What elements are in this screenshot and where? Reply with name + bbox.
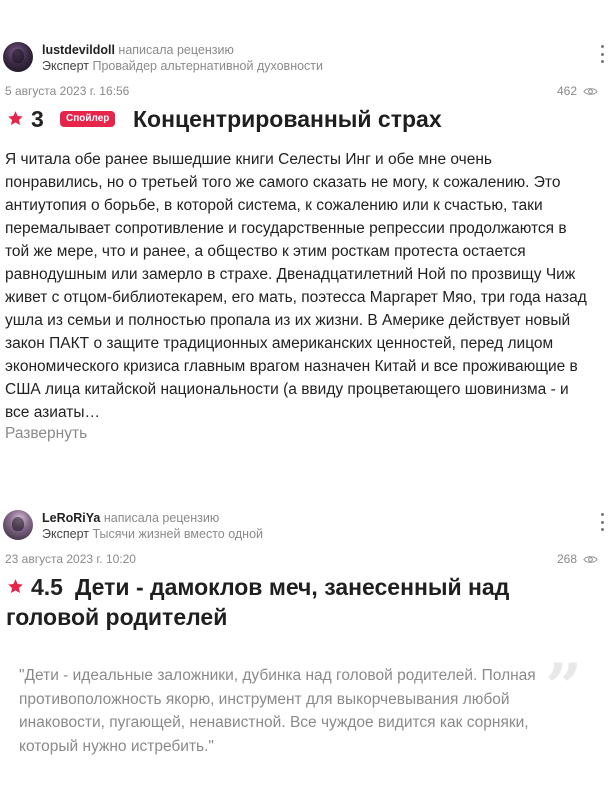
star-icon	[8, 111, 23, 126]
action-text: написала рецензию	[103, 511, 220, 525]
expand-link[interactable]: Развернуть	[5, 425, 87, 443]
eye-icon	[583, 555, 598, 563]
views-count: 462	[557, 84, 598, 98]
avatar[interactable]	[3, 42, 33, 72]
quote-text: "Дети - идеальные заложники, дубинка над…	[19, 667, 536, 755]
kebab-menu-icon[interactable]	[600, 45, 604, 63]
expert-topic[interactable]: Провайдер альтернативной духовности	[92, 59, 323, 73]
expert-label: Эксперт	[42, 527, 89, 541]
review-title[interactable]: Дети - дамоклов меч, занесенный над голо…	[6, 572, 566, 632]
avatar[interactable]	[3, 510, 33, 540]
title-row: 4.5 Дети - дамоклов меч, занесенный над …	[0, 570, 616, 640]
quote-mark-icon: ”	[545, 650, 582, 725]
review-meta: 5 августа 2023 г. 16:56 462	[0, 78, 616, 102]
review-quote: ” "Дети - идеальные заложники, дубинка н…	[0, 646, 600, 758]
kebab-menu-icon[interactable]	[600, 513, 604, 531]
review-text: Я читала обе ранее вышедшие книги Селест…	[5, 151, 587, 421]
review-card: lustdevildoll написала рецензию Эксперт …	[0, 38, 616, 443]
views-number: 462	[556, 84, 577, 98]
expert-line: Эксперт Тысячи жизней вместо одной	[42, 527, 263, 542]
review-date: 23 августа 2023 г. 10:20	[5, 552, 136, 566]
review-title[interactable]: Концентрированный страх	[133, 104, 442, 134]
review-card: LeRoRiYa написала рецензию Эксперт Тысяч…	[0, 506, 616, 758]
expert-topic[interactable]: Тысячи жизней вместо одной	[92, 527, 263, 541]
views-number: 268	[556, 552, 577, 566]
title-row: 3 Спойлер Концентрированный страх	[0, 102, 616, 142]
eye-icon	[583, 87, 598, 95]
expert-line: Эксперт Провайдер альтернативной духовно…	[42, 59, 323, 74]
spoiler-badge: Спойлер	[60, 111, 116, 127]
expert-label: Эксперт	[42, 59, 89, 73]
views-count: 268	[557, 552, 598, 566]
review-header: lustdevildoll написала рецензию Эксперт …	[0, 38, 616, 78]
review-meta: 23 августа 2023 г. 10:20 268	[0, 546, 616, 570]
review-date: 5 августа 2023 г. 16:56	[5, 84, 130, 98]
username-link[interactable]: lustdevildoll	[42, 43, 115, 57]
author-line: LeRoRiYa написала рецензию	[42, 511, 219, 526]
action-text: написала рецензию	[118, 43, 234, 57]
rating-value: 3	[31, 106, 44, 132]
username-link[interactable]: LeRoRiYa	[42, 511, 100, 525]
review-header: LeRoRiYa написала рецензию Эксперт Тысяч…	[0, 506, 616, 546]
author-line: lustdevildoll написала рецензию	[42, 43, 234, 58]
